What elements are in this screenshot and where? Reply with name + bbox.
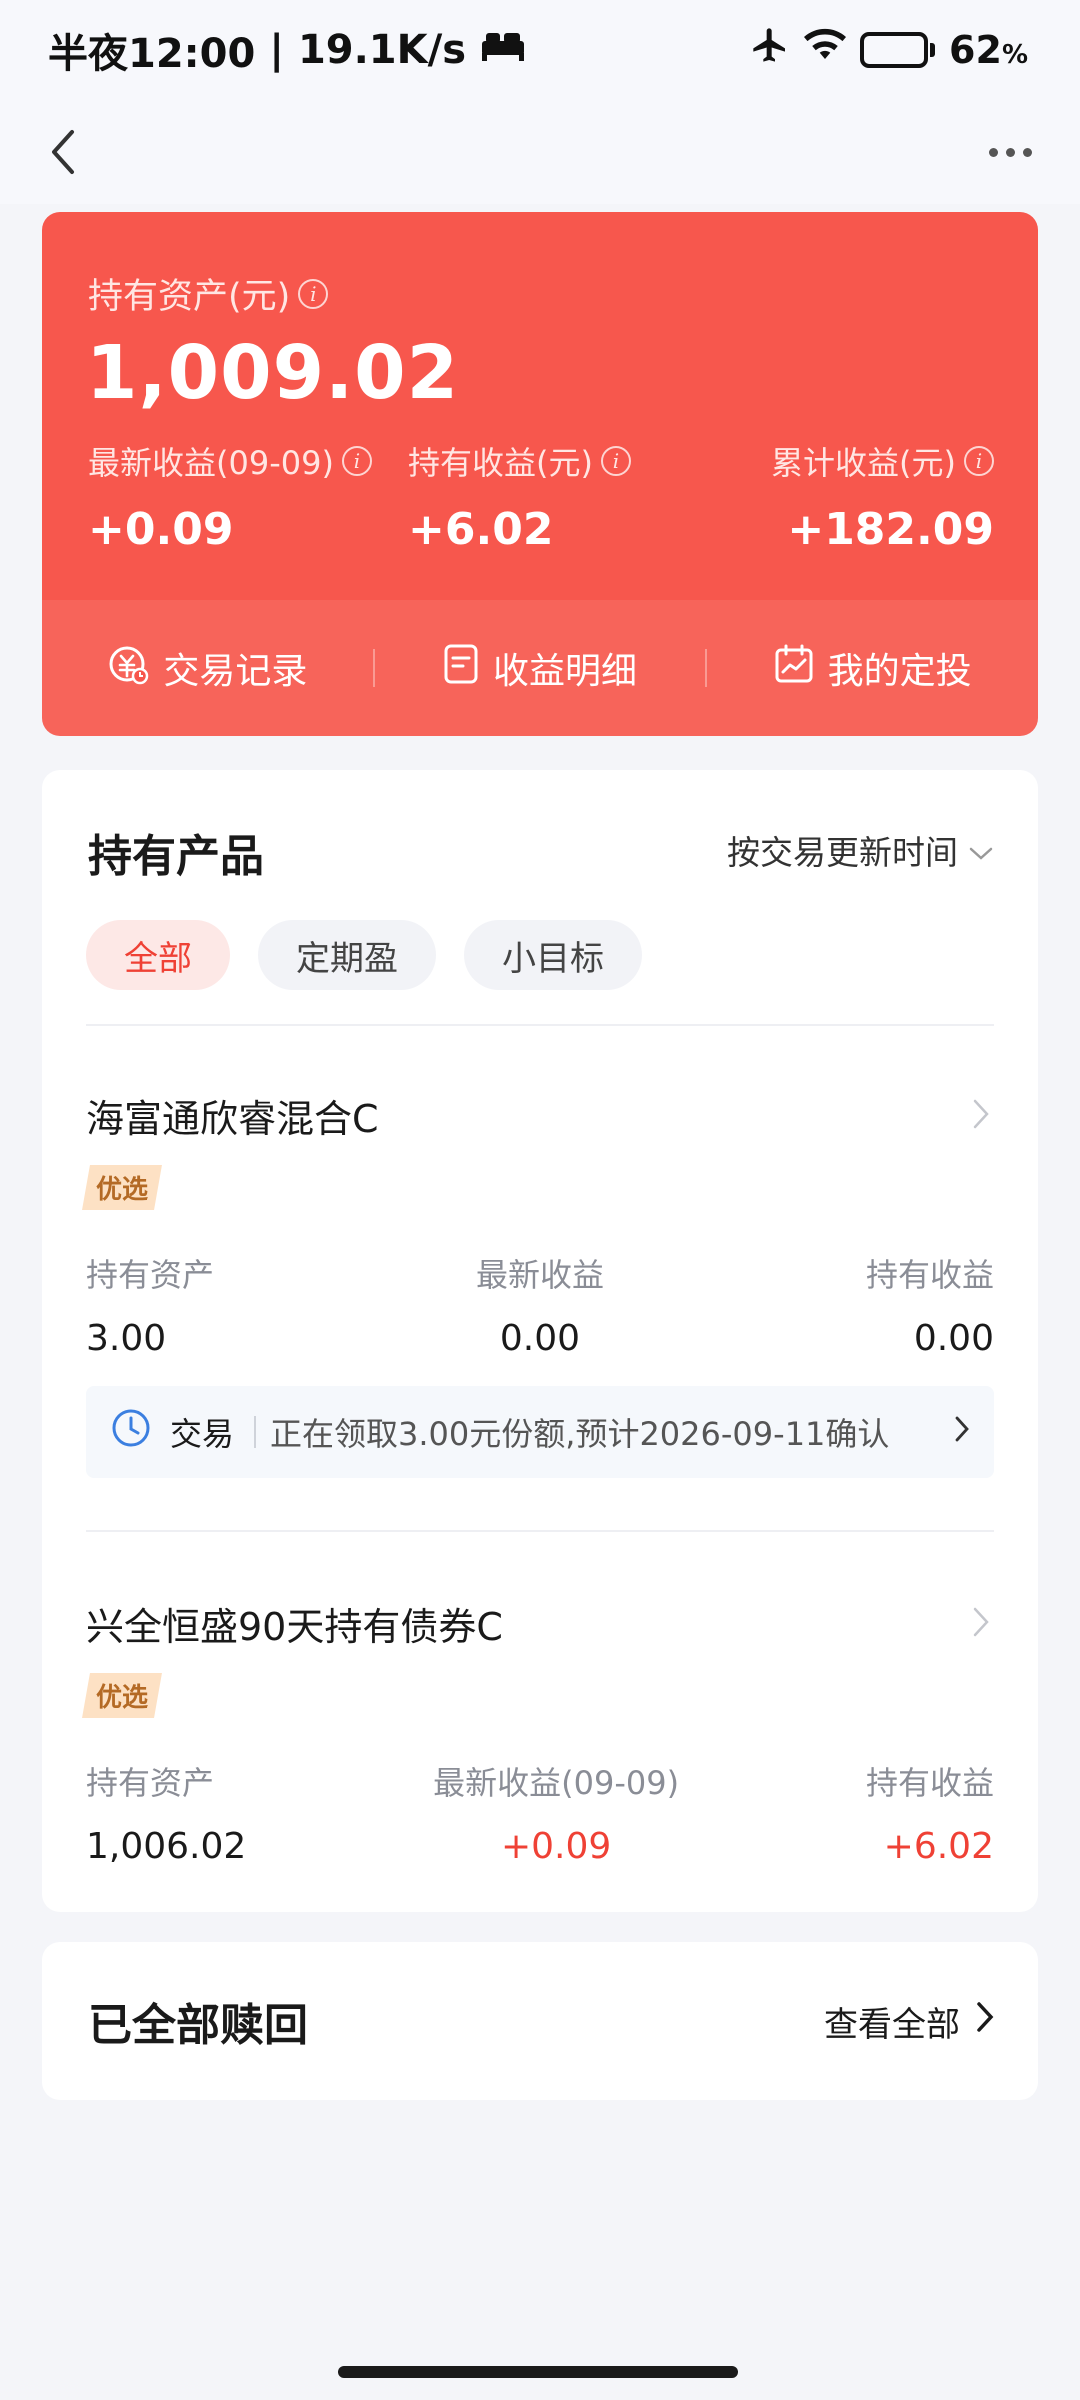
status-left: 半夜12:00 | 19.1K/s (48, 21, 526, 79)
view-all-label: 查看全部 (824, 2004, 960, 2045)
chevron-right-icon (972, 1098, 990, 1134)
chevron-down-icon (968, 831, 994, 870)
transaction-text: 正在领取3.00元份额,预计2026-09-11确认 (270, 1415, 890, 1453)
action-label: 收益明细 (493, 651, 638, 692)
metric-value: +6.02 (408, 504, 554, 555)
filter-chips: 全部 定期盈 小目标 (86, 920, 642, 990)
stat-value: 3.00 (86, 1318, 167, 1359)
yuan-clock-icon (107, 643, 149, 694)
stat-holding-income: 持有收益 0.00 (866, 1250, 994, 1359)
status-network-speed: 19.1K/s (297, 27, 467, 73)
info-icon[interactable]: i (964, 446, 994, 476)
clock-icon (110, 1407, 152, 1457)
battery-percentage: 62% (949, 28, 1028, 72)
stat-latest-income: 最新收益 0.00 (476, 1250, 604, 1359)
stat-value: 0.00 (499, 1318, 581, 1359)
chevron-right-icon (976, 2001, 994, 2042)
my-auto-invest-button[interactable]: 我的定投 (707, 642, 1038, 694)
status-divider: | (269, 27, 284, 73)
asset-title-text: 持有资产(元) (88, 277, 291, 317)
stat-holding-assets: 持有资产 3.00 (86, 1250, 214, 1359)
info-icon[interactable]: i (341, 446, 372, 476)
redeemed-title: 已全部赎回 (88, 2000, 308, 2051)
action-label: 我的定投 (827, 651, 972, 692)
info-icon[interactable]: i (600, 446, 631, 476)
metric-label: 最新收益(09-09) (88, 444, 334, 482)
stat-holding-assets: 持有资产 1,006.02 (86, 1758, 246, 1867)
asset-summary-card: 持有资产(元) i 1,009.02 最新收益(09-09) i +0.09 持有… (42, 212, 1038, 736)
back-arrow-icon[interactable] (48, 122, 96, 182)
product-name: 海富通欣睿混合C (86, 1097, 379, 1141)
chip-all[interactable]: 全部 (86, 920, 230, 990)
divider (86, 1530, 994, 1532)
asset-title: 持有资产(元) i (88, 268, 329, 319)
status-time: 半夜12:00 (48, 31, 256, 77)
sort-label: 按交易更新时间 (727, 833, 958, 872)
metric-label: 持有收益(元) (408, 444, 593, 482)
product-stats: 持有资产 3.00 最新收益 0.00 持有收益 0.00 (86, 1250, 994, 1359)
chip-small-goal[interactable]: 小目标 (464, 920, 642, 990)
income-details-button[interactable]: 收益明细 (375, 642, 706, 694)
transaction-label: 交易 (170, 1415, 235, 1453)
product-item[interactable]: 海富通欣睿混合C 优选 持有资产 3.00 最新收益 0.00 持有收益 0.0… (82, 1088, 994, 1359)
chip-fixed-term[interactable]: 定期盈 (258, 920, 436, 990)
divider (86, 1024, 994, 1026)
holdings-title: 持有产品 (88, 831, 264, 882)
status-right: 62% (750, 25, 1028, 75)
stat-label: 持有资产 (86, 1256, 215, 1294)
metric-label: 累计收益(元) (771, 444, 956, 482)
featured-tag: 优选 (82, 1165, 162, 1210)
sort-dropdown[interactable]: 按交易更新时间 (727, 826, 994, 874)
nav-bar (0, 100, 1080, 204)
action-label: 交易记录 (163, 651, 308, 692)
product-item[interactable]: 兴全恒盛90天持有债券C 优选 持有资产 1,006.02 最新收益(09-09… (82, 1596, 994, 1867)
status-bar: 半夜12:00 | 19.1K/s 62% (0, 0, 1080, 100)
more-options-icon[interactable] (989, 147, 1032, 157)
stat-label: 最新收益 (475, 1256, 604, 1294)
fully-redeemed-card[interactable]: 已全部赎回 查看全部 (42, 1942, 1038, 2100)
asset-total-value: 1,009.02 (86, 330, 460, 416)
metric-value: +0.09 (88, 504, 234, 555)
transaction-status-banner[interactable]: 交易 正在领取3.00元份额,预计2026-09-11确认 (86, 1386, 994, 1478)
stat-value: +0.09 (500, 1826, 612, 1867)
stat-latest-income: 最新收益(09-09) +0.09 (433, 1758, 679, 1867)
chevron-right-icon (972, 1606, 990, 1642)
battery-icon (860, 32, 936, 68)
metric-value: +182.09 (787, 504, 994, 555)
stat-value: +6.02 (883, 1826, 994, 1867)
info-icon[interactable]: i (298, 278, 329, 309)
metric-holding-income: 持有收益(元) i +6.02 (408, 438, 631, 555)
holdings-card: 持有产品 按交易更新时间 全部 定期盈 小目标 海富通欣睿混合C 优选 持有资产… (42, 770, 1038, 1912)
chevron-right-icon (954, 1413, 970, 1451)
home-indicator[interactable] (338, 2366, 738, 2378)
stat-label: 最新收益(09-09) (433, 1764, 680, 1802)
airplane-icon (750, 25, 790, 75)
product-stats: 持有资产 1,006.02 最新收益(09-09) +0.09 持有收益 +6.… (86, 1758, 994, 1867)
featured-tag: 优选 (82, 1673, 162, 1718)
view-all-button[interactable]: 查看全部 (824, 1997, 994, 2046)
asset-actions-bar: 交易记录 收益明细 我的定投 (42, 600, 1038, 736)
stat-value: 0.00 (913, 1318, 994, 1359)
stat-holding-income: 持有收益 +6.02 (866, 1758, 994, 1867)
product-name: 兴全恒盛90天持有债券C (86, 1605, 503, 1649)
stat-label: 持有收益 (865, 1764, 994, 1802)
wifi-icon (804, 27, 847, 73)
stat-label: 持有资产 (86, 1764, 215, 1802)
calendar-chart-icon (774, 644, 814, 693)
metric-latest-income: 最新收益(09-09) i +0.09 (88, 438, 372, 555)
metric-cumulative-income: 累计收益(元) i +182.09 (771, 438, 994, 555)
bed-icon (480, 27, 526, 73)
transaction-records-button[interactable]: 交易记录 (42, 642, 373, 694)
transaction-separator (254, 1416, 257, 1448)
stat-value: 1,006.02 (86, 1826, 247, 1867)
document-icon (443, 643, 479, 694)
stat-label: 持有收益 (865, 1256, 994, 1294)
